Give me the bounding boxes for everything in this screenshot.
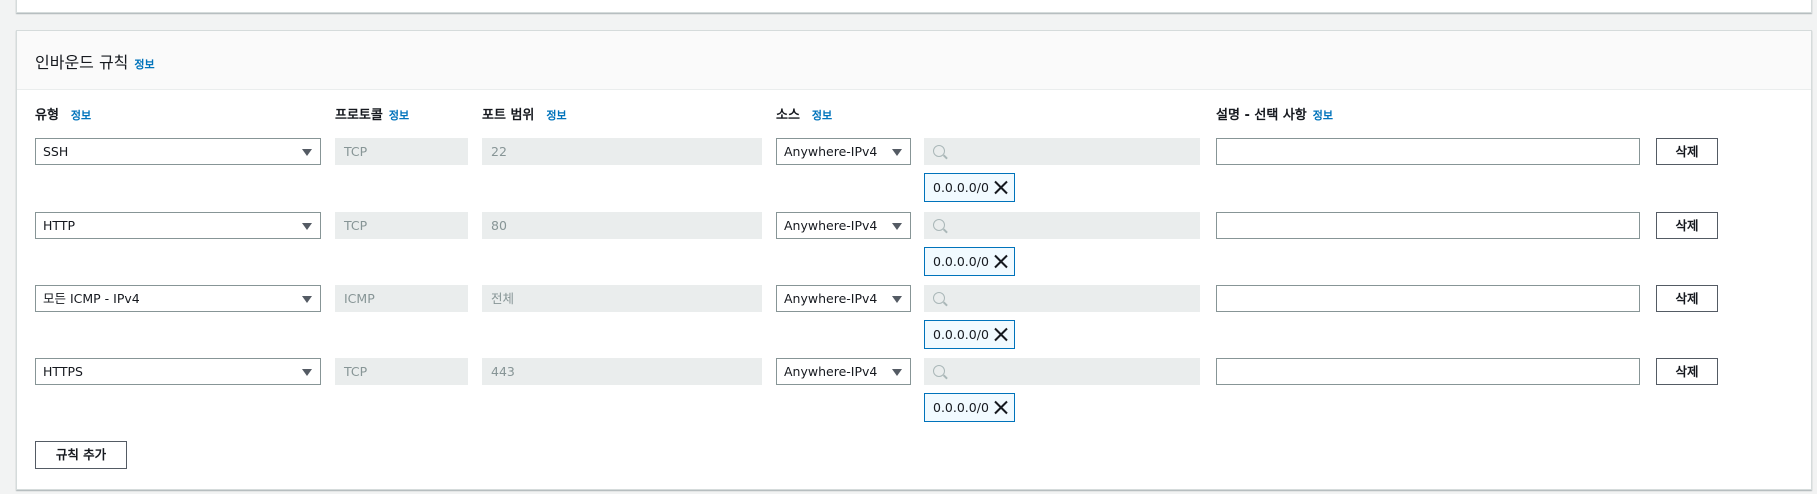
source-value: Anywhere-IPv4 bbox=[784, 218, 878, 233]
type-select[interactable]: HTTP bbox=[35, 212, 321, 239]
close-icon[interactable] bbox=[994, 180, 1008, 194]
cidr-search-input[interactable] bbox=[924, 212, 1200, 239]
close-icon[interactable] bbox=[994, 400, 1008, 414]
caret-down-icon bbox=[302, 223, 312, 230]
cidr-token-label: 0.0.0.0/0 bbox=[933, 400, 989, 415]
type-select[interactable]: 모든 ICMP - IPv4 bbox=[35, 285, 321, 312]
description-input[interactable] bbox=[1216, 212, 1640, 239]
panel-title-text: 인바운드 규칙 bbox=[35, 53, 129, 72]
source-select[interactable]: Anywhere-IPv4 bbox=[776, 138, 911, 165]
delete-button[interactable]: 삭제 bbox=[1656, 285, 1718, 312]
column-label: 소스 bbox=[776, 108, 800, 123]
protocol-field: ICMP bbox=[335, 285, 468, 312]
panel-title: 인바운드 규칙 정보 bbox=[35, 49, 155, 73]
previous-panel bbox=[16, 0, 1812, 13]
column-label: 프로토콜 bbox=[335, 108, 383, 123]
cidr-token-label: 0.0.0.0/0 bbox=[933, 180, 989, 195]
info-link[interactable]: 정보 bbox=[812, 109, 832, 122]
caret-down-icon bbox=[892, 296, 902, 303]
port-range-field: 80 bbox=[482, 212, 762, 239]
cidr-token: 0.0.0.0/0 bbox=[924, 247, 1015, 276]
column-header-protocol: 프로토콜 정보 bbox=[335, 104, 409, 123]
delete-button[interactable]: 삭제 bbox=[1656, 212, 1718, 239]
caret-down-icon bbox=[302, 296, 312, 303]
cidr-token-label: 0.0.0.0/0 bbox=[933, 254, 989, 269]
type-value: SSH bbox=[43, 144, 69, 159]
source-value: Anywhere-IPv4 bbox=[784, 144, 878, 159]
type-value: HTTP bbox=[43, 218, 75, 233]
caret-down-icon bbox=[302, 149, 312, 156]
rule-row: 모든 ICMP - IPv4 ICMP 전체 Anywhere-IPv4 0.0… bbox=[17, 285, 1811, 355]
description-input[interactable] bbox=[1216, 358, 1640, 385]
caret-down-icon bbox=[892, 223, 902, 230]
search-icon bbox=[933, 145, 945, 157]
column-label: 설명 - 선택 사항 bbox=[1216, 108, 1307, 123]
protocol-field: TCP bbox=[335, 358, 468, 385]
info-link[interactable]: 정보 bbox=[546, 109, 566, 122]
rule-row: HTTPS TCP 443 Anywhere-IPv4 0.0.0.0/0 삭제 bbox=[17, 358, 1811, 428]
source-select[interactable]: Anywhere-IPv4 bbox=[776, 358, 911, 385]
type-select[interactable]: HTTPS bbox=[35, 358, 321, 385]
protocol-field: TCP bbox=[335, 212, 468, 239]
description-input[interactable] bbox=[1216, 138, 1640, 165]
info-link[interactable]: 정보 bbox=[71, 109, 91, 122]
info-link[interactable]: 정보 bbox=[1313, 109, 1333, 122]
inbound-rules-panel: 인바운드 규칙 정보 유형 정보 프로토콜 정보 포트 범위 정보 소스 정보 설명 - … bbox=[16, 30, 1812, 490]
type-select[interactable]: SSH bbox=[35, 138, 321, 165]
search-icon bbox=[933, 365, 945, 377]
source-value: Anywhere-IPv4 bbox=[784, 364, 878, 379]
column-header-port-range: 포트 범위 정보 bbox=[482, 104, 567, 123]
close-icon[interactable] bbox=[994, 327, 1008, 341]
cidr-search-input[interactable] bbox=[924, 285, 1200, 312]
protocol-field: TCP bbox=[335, 138, 468, 165]
cidr-search-input[interactable] bbox=[924, 138, 1200, 165]
cidr-search-input[interactable] bbox=[924, 358, 1200, 385]
type-value: 모든 ICMP - IPv4 bbox=[43, 291, 140, 306]
search-icon bbox=[933, 292, 945, 304]
add-rule-button[interactable]: 규칙 추가 bbox=[35, 441, 127, 469]
source-value: Anywhere-IPv4 bbox=[784, 291, 878, 306]
cidr-token: 0.0.0.0/0 bbox=[924, 393, 1015, 422]
caret-down-icon bbox=[302, 369, 312, 376]
column-label: 포트 범위 bbox=[482, 108, 535, 123]
port-range-field: 22 bbox=[482, 138, 762, 165]
info-link[interactable]: 정보 bbox=[134, 58, 154, 71]
search-icon bbox=[933, 219, 945, 231]
port-range-field: 443 bbox=[482, 358, 762, 385]
column-header-description: 설명 - 선택 사항 정보 bbox=[1216, 104, 1333, 123]
caret-down-icon bbox=[892, 149, 902, 156]
description-input[interactable] bbox=[1216, 285, 1640, 312]
caret-down-icon bbox=[892, 369, 902, 376]
cidr-token-label: 0.0.0.0/0 bbox=[933, 327, 989, 342]
info-link[interactable]: 정보 bbox=[389, 109, 409, 122]
close-icon[interactable] bbox=[994, 254, 1008, 268]
column-header-source: 소스 정보 bbox=[776, 104, 832, 123]
panel-header: 인바운드 규칙 정보 bbox=[17, 31, 1811, 90]
column-label: 유형 bbox=[35, 108, 59, 123]
column-header-type: 유형 정보 bbox=[35, 104, 91, 123]
source-select[interactable]: Anywhere-IPv4 bbox=[776, 285, 911, 312]
source-select[interactable]: Anywhere-IPv4 bbox=[776, 212, 911, 239]
delete-button[interactable]: 삭제 bbox=[1656, 138, 1718, 165]
delete-button[interactable]: 삭제 bbox=[1656, 358, 1718, 385]
rule-row: SSH TCP 22 Anywhere-IPv4 0.0.0.0/0 삭제 bbox=[17, 138, 1811, 208]
port-range-field: 전체 bbox=[482, 285, 762, 312]
cidr-token: 0.0.0.0/0 bbox=[924, 173, 1015, 202]
cidr-token: 0.0.0.0/0 bbox=[924, 320, 1015, 349]
rule-row: HTTP TCP 80 Anywhere-IPv4 0.0.0.0/0 삭제 bbox=[17, 212, 1811, 282]
type-value: HTTPS bbox=[43, 364, 83, 379]
